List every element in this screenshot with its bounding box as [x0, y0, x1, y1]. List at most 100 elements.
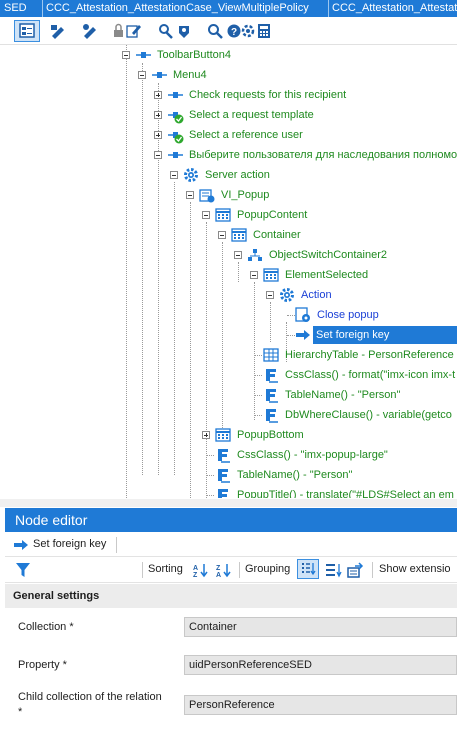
tree-node-menu4[interactable]: Menu4 — [0, 66, 457, 84]
tree-node-label: PopupBottom — [237, 429, 304, 441]
tree-node-popup-cssclass[interactable]: CssClass() - "imx-popup-large" — [0, 446, 457, 464]
property-icon — [263, 367, 279, 384]
component-icon — [168, 148, 184, 164]
collapse-icon[interactable] — [266, 291, 274, 299]
tree-node-label: CssClass() - "imx-popup-large" — [237, 449, 388, 461]
edit-sql-icon[interactable] — [50, 23, 66, 39]
settings-icon[interactable] — [158, 23, 174, 39]
tree-node-hierarchytable[interactable]: HierarchyTable - PersonReference — [0, 346, 457, 364]
tree-node-label: TableName() - "Person" — [237, 469, 353, 481]
action-gear-icon[interactable] — [240, 23, 256, 39]
expand-icon[interactable] — [154, 91, 162, 99]
component-icon — [136, 48, 152, 68]
show-extensions-toggle[interactable]: Show extensio — [379, 563, 451, 575]
tab-sed[interactable]: SED — [0, 0, 43, 17]
edit-config-icon[interactable] — [82, 23, 98, 39]
property-icon — [215, 487, 231, 498]
tree-node-label: Action — [301, 289, 332, 301]
tree-node-popuptitle[interactable]: PopupTitle() - translate("#LDS#Select an… — [0, 486, 457, 498]
toolbar-separator — [142, 562, 143, 578]
collapse-icon[interactable] — [138, 71, 146, 79]
container-icon — [215, 428, 231, 448]
edit-icon[interactable] — [126, 23, 142, 39]
tree-node-popup-tablename[interactable]: TableName() - "Person" — [0, 466, 457, 484]
tree-view-icon[interactable] — [14, 20, 40, 42]
tree-connector — [255, 355, 262, 356]
tree-node-label: ObjectSwitchContainer2 — [269, 249, 388, 261]
group-expand-icon[interactable] — [325, 562, 343, 581]
tree-node-label: Выберите пользователя для наследования п… — [189, 149, 457, 161]
tree-node-cssclass[interactable]: CssClass() - format("imx-icon imx-t — [0, 366, 457, 384]
node-editor-node-label: Set foreign key — [33, 538, 107, 550]
sort-descending-icon[interactable]: ZA — [216, 562, 232, 581]
property-field[interactable]: uidPersonReferenceSED — [184, 655, 457, 675]
filter-icon[interactable] — [15, 562, 31, 581]
expand-icon[interactable] — [154, 131, 162, 139]
tree-node-set-foreign-key[interactable]: Set foreign key — [0, 326, 457, 344]
tab-attestation-attestat[interactable]: CCC_Attestation_Attestat — [328, 0, 457, 17]
node-editor-title: Node editor — [5, 508, 457, 532]
tree-node-select-user-inherit[interactable]: Выберите пользователя для наследования п… — [0, 146, 457, 164]
expand-icon[interactable] — [202, 431, 210, 439]
tree-node-label: CssClass() - format("imx-icon imx-t — [285, 369, 456, 381]
collapse-icon[interactable] — [122, 51, 130, 59]
property-label: Property * — [18, 659, 67, 671]
sorting-label: Sorting — [148, 563, 183, 575]
collection-field[interactable]: Container — [184, 617, 457, 637]
collapse-icon[interactable] — [218, 231, 226, 239]
tree-connector — [287, 335, 295, 336]
tree-node-label: Menu4 — [173, 69, 207, 81]
collapse-icon[interactable] — [234, 251, 242, 259]
tree-node-tablename[interactable]: TableName() - "Person" — [0, 386, 457, 404]
tree-node-vi-popup[interactable]: VI_Popup — [0, 186, 457, 204]
child-collection-field[interactable]: PersonReference — [184, 695, 457, 715]
container-icon — [215, 208, 231, 228]
tab-attestation-viewmultiplepolicy[interactable]: CCC_Attestation_AttestationCase_ViewMult… — [42, 0, 329, 17]
tree-node-objectswitchcontainer2[interactable]: ObjectSwitchContainer2 — [0, 246, 457, 264]
tree-connector — [207, 455, 214, 456]
tree-node-popupcontent[interactable]: PopupContent — [0, 206, 457, 224]
svg-text:A: A — [193, 565, 198, 572]
tree-node-popupbottom[interactable]: PopupBottom — [0, 426, 457, 444]
sort-ascending-icon[interactable]: AZ — [193, 562, 209, 581]
compile-icon[interactable] — [176, 23, 192, 39]
container-icon — [231, 228, 247, 248]
tree-node-label: PopupContent — [237, 209, 308, 221]
tree-node-label: Server action — [205, 169, 270, 181]
container-icon — [263, 268, 279, 288]
component-icon — [168, 88, 184, 108]
svg-text:?: ? — [231, 27, 237, 38]
object-tree[interactable]: ToolbarButton4 Menu4 Check requests for … — [0, 45, 457, 498]
node-editor-toolbar: Sorting AZ ZA Grouping Show extensio — [5, 558, 457, 583]
collapse-icon[interactable] — [250, 271, 258, 279]
collapse-icon[interactable] — [170, 171, 178, 179]
collapse-icon[interactable] — [202, 211, 210, 219]
tree-node-action[interactable]: Action — [0, 286, 457, 304]
tree-node-elementselected[interactable]: ElementSelected — [0, 266, 457, 284]
tree-node-select-request-template[interactable]: Select a request template — [0, 106, 457, 124]
designer-toolbar: ? — [0, 18, 457, 45]
tree-node-close-popup[interactable]: Close popup — [0, 306, 457, 324]
tree-node-toolbarbutton4[interactable]: ToolbarButton4 — [0, 46, 457, 64]
calculator-icon[interactable] — [256, 23, 272, 39]
group-export-icon[interactable] — [347, 562, 365, 581]
search-icon[interactable] — [207, 23, 223, 39]
tree-connector — [255, 375, 262, 376]
collapse-icon[interactable] — [186, 191, 194, 199]
panel-splitter[interactable] — [0, 499, 457, 507]
lock-icon[interactable] — [111, 23, 127, 39]
expand-icon[interactable] — [154, 111, 162, 119]
component-icon — [152, 68, 168, 88]
collapse-icon[interactable] — [154, 151, 162, 159]
tree-node-container[interactable]: Container — [0, 226, 457, 244]
tree-node-check-requests[interactable]: Check requests for this recipient — [0, 86, 457, 104]
tree-node-dbwhereclause[interactable]: DbWhereClause() - variable(getco — [0, 406, 457, 424]
svg-text:Z: Z — [193, 572, 198, 578]
tree-node-server-action[interactable]: Server action — [0, 166, 457, 184]
general-settings-header[interactable]: General settings — [5, 584, 457, 608]
group-by-category-icon[interactable] — [297, 559, 319, 579]
tree-node-label: TableName() - "Person" — [285, 389, 401, 401]
tree-node-label: ToolbarButton4 — [157, 49, 231, 61]
switch-icon — [247, 248, 263, 268]
tree-node-select-reference-user[interactable]: Select a reference user — [0, 126, 457, 144]
